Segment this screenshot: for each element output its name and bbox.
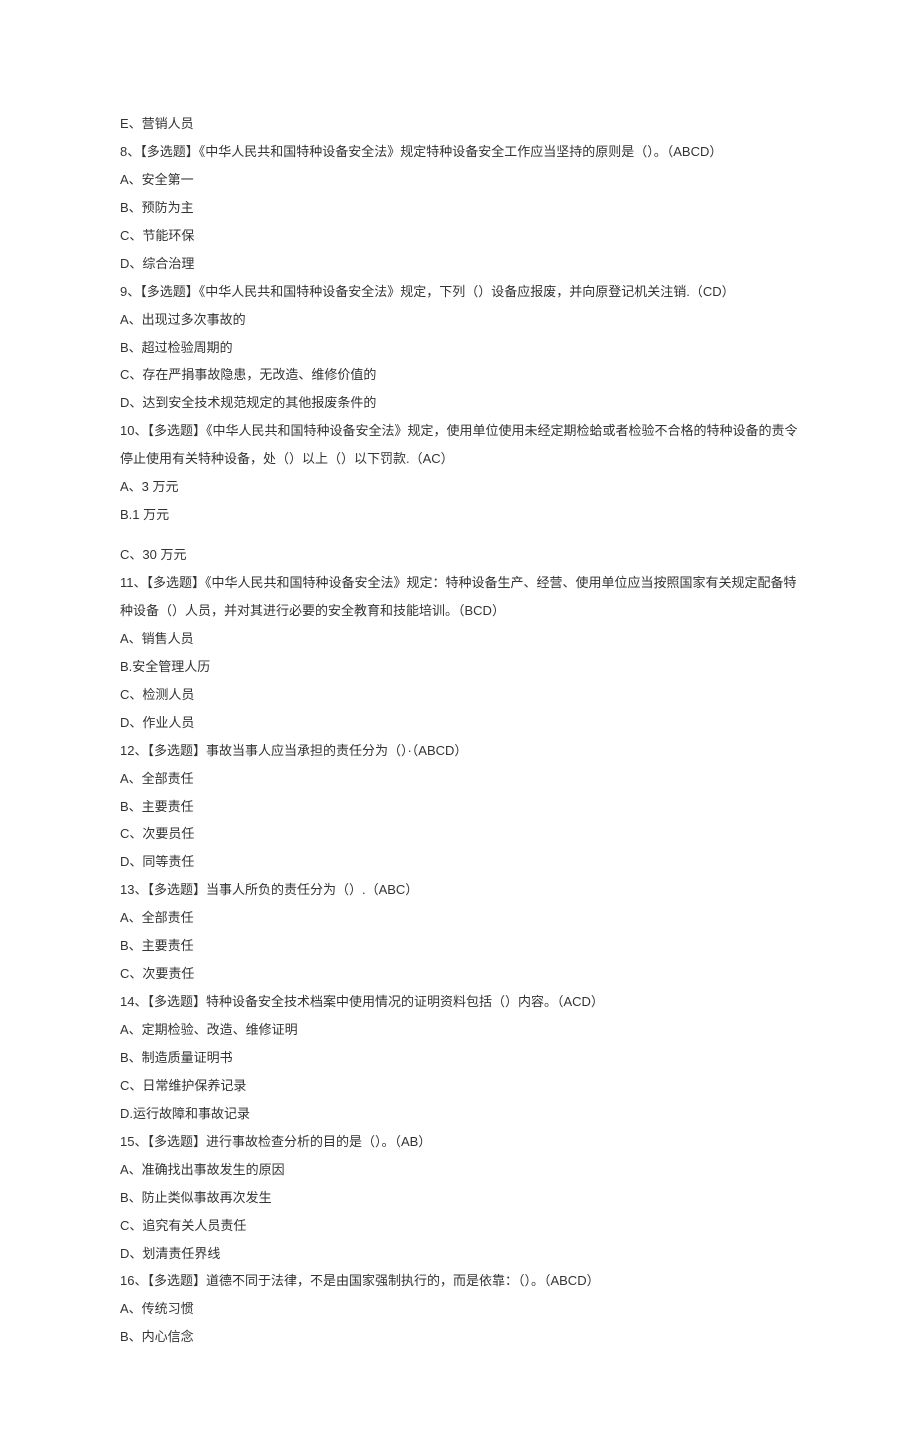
document-line: B、制造质量证明书 xyxy=(120,1044,800,1072)
document-line: A、销售人员 xyxy=(120,625,800,653)
document-line: A、传统习惯 xyxy=(120,1295,800,1323)
document-line: C、追究有关人员责任 xyxy=(120,1212,800,1240)
document-line: B.1 万元 xyxy=(120,501,800,529)
document-line: A、全部责任 xyxy=(120,904,800,932)
document-line: 8、【多选题】《中华人民共和国特种设备安全法》规定特种设备安全工作应当坚持的原则… xyxy=(120,138,800,166)
document-line: C、次要员任 xyxy=(120,820,800,848)
document-line: C、日常维护保养记录 xyxy=(120,1072,800,1100)
document-line: A、3 万元 xyxy=(120,473,800,501)
document-line: C、次要责任 xyxy=(120,960,800,988)
document-line: A、安全第一 xyxy=(120,166,800,194)
document-line: 10、【多选题】《中华人民共和国特种设备安全法》规定，使用单位使用未经定期检蛤或… xyxy=(120,417,800,473)
document-line: D、同等责任 xyxy=(120,848,800,876)
document-line: B、预防为主 xyxy=(120,194,800,222)
document-line: B、内心信念 xyxy=(120,1323,800,1351)
document-line: 16、【多选题】道德不同于法律，不是由国家强制执行的，而是依靠：（）。（ABCD… xyxy=(120,1267,800,1295)
document-line: D、作业人员 xyxy=(120,709,800,737)
document-line: A、全部责任 xyxy=(120,765,800,793)
document-line: 15、【多选题】进行事故检查分析的目的是（）。（AB） xyxy=(120,1128,800,1156)
document-line: C、检测人员 xyxy=(120,681,800,709)
document-line: 14、【多选题】特种设备安全技术档案中使用情况的证明资料包括（）内容。（ACD） xyxy=(120,988,800,1016)
document-line: A、准确找出事故发生的原因 xyxy=(120,1156,800,1184)
document-line: B、超过检验周期的 xyxy=(120,334,800,362)
document-line: D、综合治理 xyxy=(120,250,800,278)
document-line: B、主要责任 xyxy=(120,793,800,821)
document-line: A、出现过多次事故的 xyxy=(120,306,800,334)
document-line: D、划清责任界线 xyxy=(120,1240,800,1268)
document-line: B、防止类似事故再次发生 xyxy=(120,1184,800,1212)
document-line: C、30 万元 xyxy=(120,541,800,569)
document-line: B、主要责任 xyxy=(120,932,800,960)
document-line: B.安全管理人历 xyxy=(120,653,800,681)
document-line: C、节能环保 xyxy=(120,222,800,250)
document-line: 13、【多选题】当事人所负的责任分为（）.（ABC） xyxy=(120,876,800,904)
document-line: C、存在严捐事故隐患，无改造、维修价值的 xyxy=(120,361,800,389)
document-line: E、营销人员 xyxy=(120,110,800,138)
document-line: D、达到安全技术规范规定的其他报废条件的 xyxy=(120,389,800,417)
document-line: 11、【多选题】《中华人民共和国特种设备安全法》规定：特种设备生产、经营、使用单… xyxy=(120,569,800,625)
document-line: D.运行故障和事故记录 xyxy=(120,1100,800,1128)
document-line: 9、【多选题】《中华人民共和国特种设备安全法》规定，下列（）设备应报废，并向原登… xyxy=(120,278,800,306)
document-line: A、定期检验、改造、维修证明 xyxy=(120,1016,800,1044)
document-line: 12、【多选题】事故当事人应当承担的责任分为（）·（ABCD） xyxy=(120,737,800,765)
